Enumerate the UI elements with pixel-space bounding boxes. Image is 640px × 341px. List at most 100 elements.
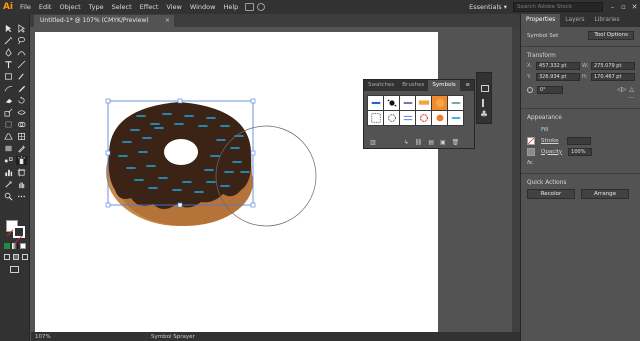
color-button[interactable] [4, 243, 10, 249]
more-options-icon[interactable]: ··· [527, 95, 634, 103]
slice-tool-icon[interactable] [3, 180, 14, 189]
eraser-tool-icon[interactable] [3, 96, 14, 105]
recolor-button[interactable]: Recolor [527, 189, 575, 199]
symbol-red-gear[interactable] [416, 111, 431, 125]
scale-tool-icon[interactable] [3, 108, 14, 117]
fx-icon[interactable]: fx. [527, 160, 534, 166]
artboard-tool-icon[interactable] [16, 168, 27, 177]
draw-normal-icon[interactable] [4, 254, 10, 260]
pen-tool-icon[interactable] [3, 48, 14, 57]
zoom-level[interactable]: 107% [31, 334, 59, 340]
rotate-field[interactable]: 0° [537, 85, 563, 94]
symbol-dotted-frame[interactable] [368, 111, 383, 125]
selection-tool-icon[interactable] [3, 24, 14, 33]
break-link-icon[interactable]: ⛓ [415, 139, 423, 146]
magic-wand-tool-icon[interactable] [3, 36, 14, 45]
tab-layers[interactable]: Layers [560, 14, 589, 27]
eyedropper-tool-icon[interactable] [16, 144, 27, 153]
stroke-color-swatch[interactable] [527, 136, 535, 145]
paintbrush-tool-icon[interactable] [16, 72, 27, 81]
maximize-button[interactable]: ▫ [618, 0, 629, 14]
close-window-button[interactable]: ✕ [629, 0, 640, 14]
zoom-tool-icon[interactable] [3, 192, 14, 201]
shaper-tool-icon[interactable] [3, 84, 14, 93]
tab-libraries[interactable]: Libraries [589, 14, 624, 27]
column-graph-tool-icon[interactable] [3, 168, 14, 177]
tab-brushes[interactable]: Brushes [398, 80, 428, 91]
gradient-button[interactable] [12, 243, 18, 249]
menu-effect[interactable]: Effect [136, 0, 163, 14]
flip-vertical-icon[interactable]: △ [629, 86, 634, 93]
blend-tool-icon[interactable] [3, 156, 14, 165]
lasso-tool-icon[interactable] [16, 36, 27, 45]
tool-options-button[interactable]: Tool Options [588, 31, 634, 40]
menu-file[interactable]: File [16, 0, 35, 14]
menu-type[interactable]: Type [85, 0, 108, 14]
delete-symbol-icon[interactable]: 🗑 [452, 139, 460, 146]
line-segment-tool-icon[interactable] [16, 60, 27, 69]
menu-select[interactable]: Select [108, 0, 136, 14]
perspective-grid-tool-icon[interactable] [3, 132, 14, 141]
symbol-orange-banner[interactable] [416, 96, 431, 110]
edit-toolbar-icon[interactable] [16, 192, 27, 201]
symbol-cyan-stroke[interactable] [448, 111, 463, 125]
h-field[interactable]: 170.467 pt [591, 73, 635, 81]
type-tool-icon[interactable] [3, 60, 14, 69]
mesh-tool-icon[interactable] [16, 132, 27, 141]
width-tool-icon[interactable] [16, 108, 27, 117]
donut-artwork[interactable] [35, 32, 438, 332]
w-field[interactable]: 275.079 pt [591, 62, 635, 70]
place-symbol-icon[interactable]: ↳ [404, 139, 409, 146]
symbol-sprayer-tool-icon[interactable] [16, 156, 27, 165]
symbol-green-stroke[interactable] [448, 96, 463, 110]
pencil-tool-icon[interactable] [16, 84, 27, 93]
stroke-icon[interactable] [482, 99, 488, 107]
symbol-blue-lines[interactable] [400, 111, 415, 125]
symbol-orange-dots[interactable] [432, 111, 447, 125]
symbol-splatter[interactable] [384, 96, 399, 110]
direct-selection-tool-icon[interactable] [16, 24, 27, 33]
menu-window[interactable]: Window [186, 0, 220, 14]
minimize-button[interactable]: – [607, 0, 618, 14]
opacity-label[interactable]: Opacity [541, 149, 562, 155]
close-document-button[interactable]: × [165, 15, 170, 27]
canvas-area[interactable] [31, 27, 520, 332]
fill-stroke-widget[interactable] [6, 220, 26, 244]
gradient-tool-icon[interactable] [3, 144, 14, 153]
x-field[interactable]: 457.332 pt [536, 62, 580, 70]
arrange-documents-icon[interactable] [245, 3, 255, 11]
club-symbol-icon[interactable]: ♣ [480, 111, 490, 120]
symbol-blue-stroke[interactable] [368, 96, 383, 110]
arrange-button[interactable]: Arrange [581, 189, 629, 199]
rectangle-tool-icon[interactable] [3, 72, 14, 81]
free-transform-tool-icon[interactable] [3, 120, 14, 129]
tab-swatches[interactable]: Swatches [364, 80, 398, 91]
menu-object[interactable]: Object [55, 0, 84, 14]
symbol-navy-stroke[interactable] [400, 96, 415, 110]
artboard[interactable] [35, 32, 438, 332]
screen-mode-icon[interactable] [10, 266, 19, 273]
opacity-field[interactable]: 100% [568, 147, 593, 156]
fill-color-swatch[interactable] [527, 126, 535, 134]
symbol-libraries-icon[interactable]: ▥ [370, 139, 376, 146]
curvature-tool-icon[interactable] [16, 48, 27, 57]
workspace-switcher[interactable]: Essentials ▾ [463, 3, 513, 11]
draw-behind-icon[interactable] [13, 254, 19, 260]
rotate-tool-icon[interactable] [16, 96, 27, 105]
draw-inside-icon[interactable] [22, 254, 28, 260]
color-guide-icon[interactable] [481, 85, 489, 92]
symbol-dot-burst[interactable] [384, 111, 399, 125]
menu-help[interactable]: Help [219, 0, 242, 14]
tab-symbols[interactable]: Symbols [428, 80, 460, 91]
document-tab[interactable]: Untitled-1* @ 107% (CMYK/Preview) × [34, 15, 174, 27]
vertical-scrollbar[interactable] [512, 27, 520, 332]
symbol-orange-flower[interactable] [432, 96, 447, 110]
gpu-preview-icon[interactable] [257, 3, 266, 11]
symbol-options-icon[interactable]: ▤ [428, 139, 434, 146]
flip-horizontal-icon[interactable]: ◁▷ [617, 86, 626, 93]
stock-search-input[interactable]: Search Adobe Stock [513, 2, 603, 12]
panel-menu-icon[interactable]: ≡ [465, 80, 474, 91]
menu-edit[interactable]: Edit [35, 0, 56, 14]
none-button[interactable] [20, 243, 26, 249]
menu-view[interactable]: View [162, 0, 185, 14]
